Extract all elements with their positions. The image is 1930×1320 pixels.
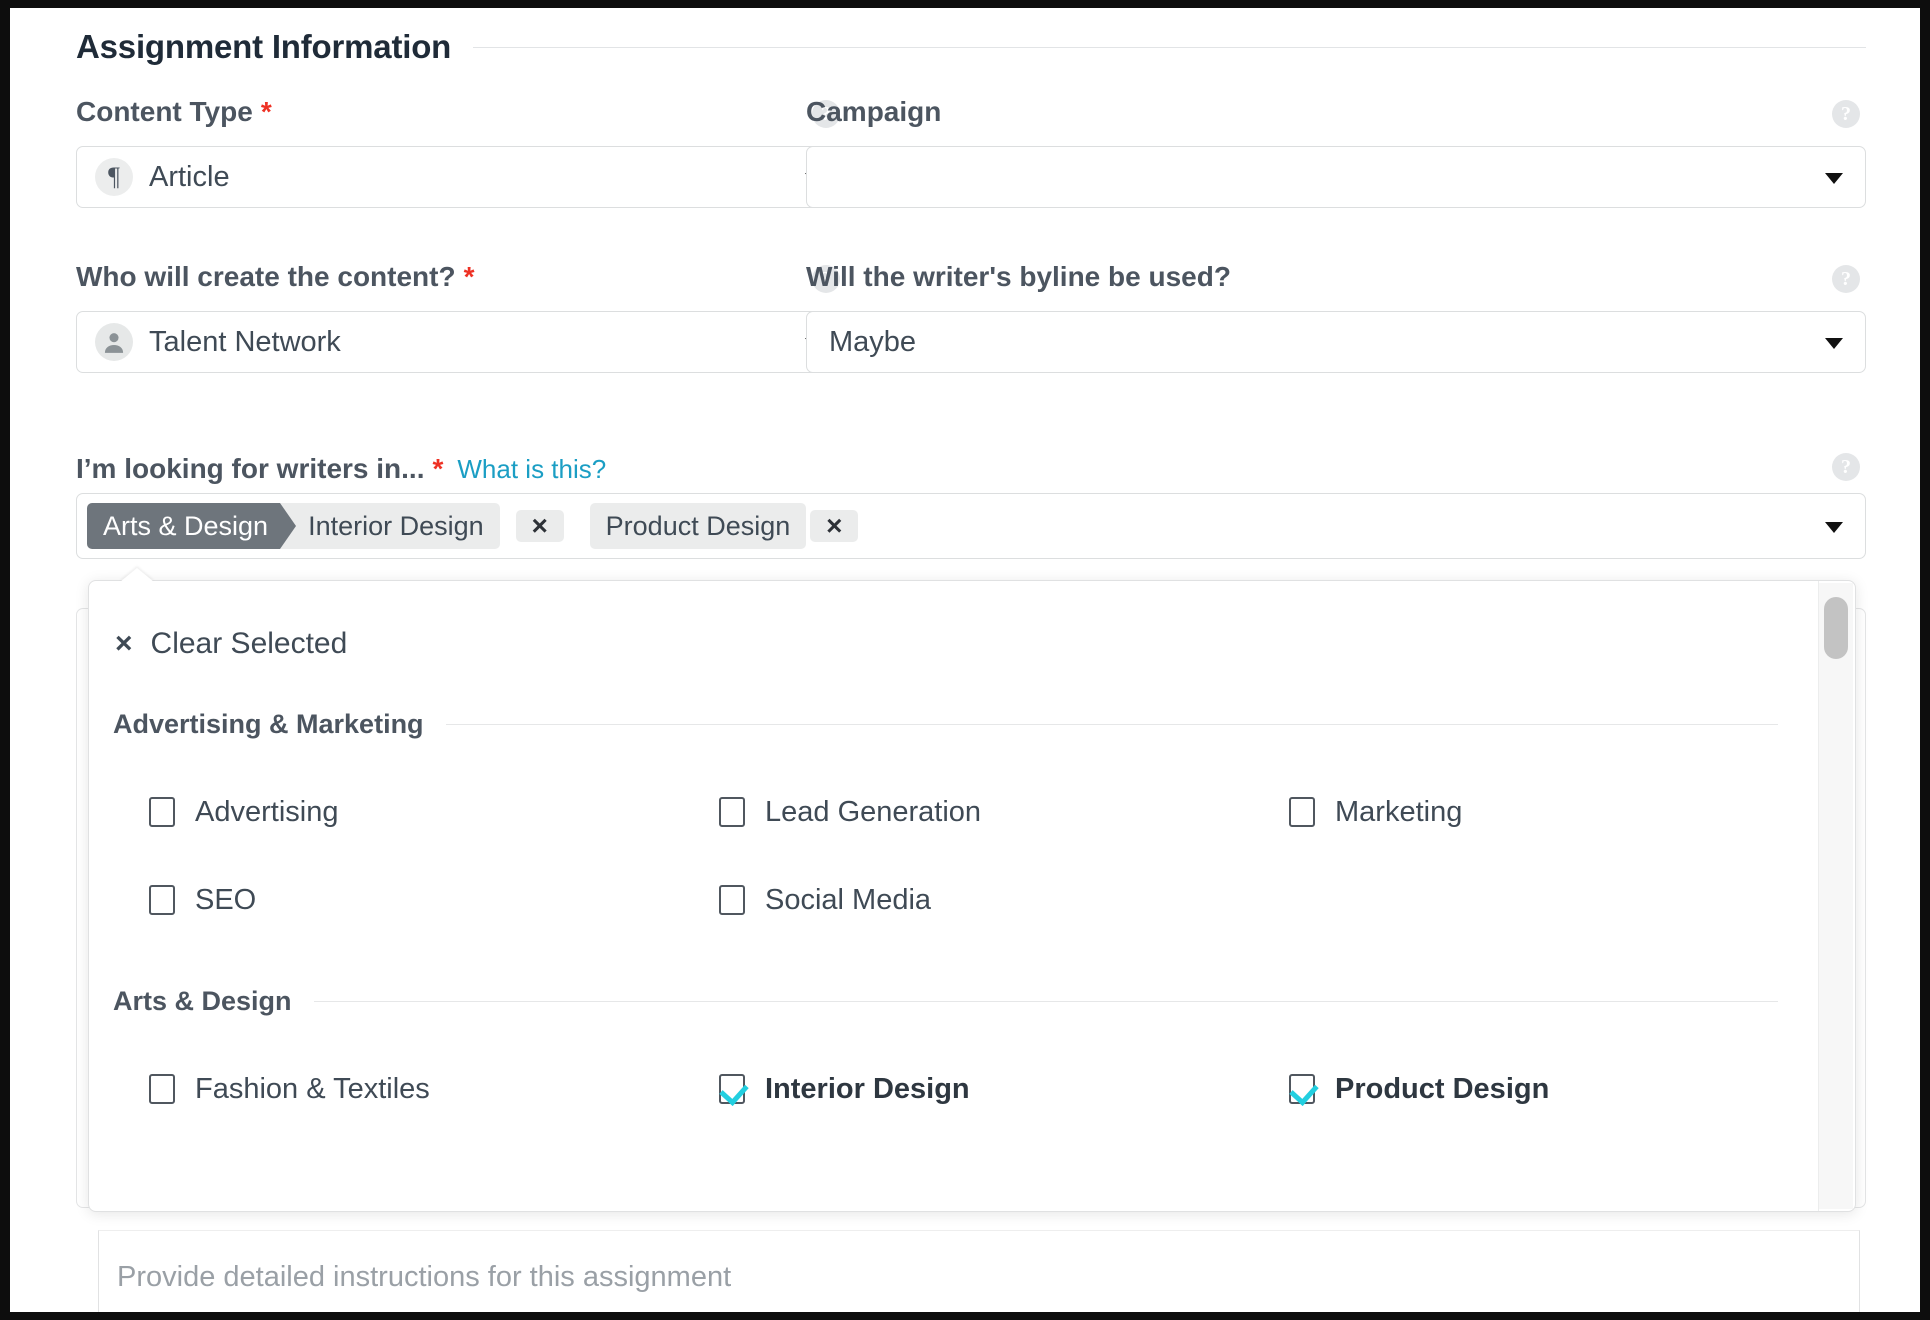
dropdown-inner: × Clear Selected Advertising & Marketing… bbox=[89, 581, 1855, 1211]
option-label: Advertising bbox=[195, 795, 339, 828]
dropdown-scroll-area: × Clear Selected Advertising & Marketing… bbox=[89, 581, 1819, 1211]
writers-in-help-icon[interactable]: ? bbox=[1832, 453, 1860, 481]
option-product-design[interactable]: Product Design bbox=[1289, 1045, 1849, 1133]
section-header: Assignment Information bbox=[76, 28, 1866, 66]
option-group-title: Arts & Design bbox=[113, 986, 292, 1016]
person-icon bbox=[95, 323, 133, 361]
byline-value: Maybe bbox=[829, 325, 917, 358]
byline-help-icon[interactable]: ? bbox=[1832, 265, 1860, 293]
campaign-select[interactable] bbox=[806, 146, 1866, 208]
checkbox-checked-icon[interactable] bbox=[719, 1074, 745, 1104]
content-type-value: Article bbox=[149, 160, 230, 193]
token-group: Arts & Design Interior Design bbox=[87, 503, 500, 549]
checkbox-icon[interactable] bbox=[1289, 797, 1315, 827]
field-campaign: Campaign ? bbox=[806, 96, 1866, 208]
token-remove-button[interactable]: × bbox=[810, 510, 859, 542]
pilcrow-icon: ¶ bbox=[95, 158, 133, 196]
option-label: SEO bbox=[195, 883, 257, 916]
option-label: Interior Design bbox=[765, 1072, 970, 1105]
option-lead-generation[interactable]: Lead Generation bbox=[719, 768, 1289, 856]
option-label: Product Design bbox=[1335, 1072, 1550, 1105]
option-seo[interactable]: SEO bbox=[149, 856, 719, 944]
creator-value: Talent Network bbox=[149, 325, 341, 358]
writers-in-required-mark: * bbox=[432, 453, 444, 484]
content-type-label-row: Content Type * bbox=[76, 96, 846, 128]
checkbox-icon[interactable] bbox=[719, 885, 745, 915]
creator-label: Who will create the content? bbox=[76, 261, 456, 292]
writers-in-label: I’m looking for writers in... bbox=[76, 453, 425, 484]
option-label: Social Media bbox=[765, 883, 932, 916]
checkbox-icon[interactable] bbox=[149, 885, 175, 915]
content-type-select[interactable]: ¶ Article bbox=[76, 146, 846, 208]
creator-required-mark: * bbox=[463, 261, 475, 292]
option-social-media[interactable]: Social Media bbox=[719, 856, 1289, 944]
option-grid: Fashion & Textiles Interior Design Produ… bbox=[149, 1045, 1818, 1133]
writers-in-token-field[interactable]: Arts & Design Interior Design × Product … bbox=[76, 493, 1866, 559]
writers-in-label-row: I’m looking for writers in... * What is … bbox=[76, 453, 1866, 485]
creator-select[interactable]: Talent Network bbox=[76, 311, 846, 373]
chevron-down-icon[interactable] bbox=[1825, 522, 1843, 533]
checkbox-icon[interactable] bbox=[719, 797, 745, 827]
option-grid: Advertising Lead Generation Marketing SE… bbox=[149, 768, 1818, 944]
token-parent-category[interactable]: Arts & Design bbox=[87, 503, 297, 549]
option-group-header: Arts & Design bbox=[113, 986, 1818, 1017]
token-remove-button[interactable]: × bbox=[515, 510, 564, 542]
option-label: Lead Generation bbox=[765, 795, 982, 828]
creator-label-row: Who will create the content? * bbox=[76, 261, 846, 293]
option-fashion-textiles[interactable]: Fashion & Textiles bbox=[149, 1045, 719, 1133]
field-creator: Who will create the content? * ? Talent … bbox=[76, 261, 846, 373]
dropdown-scrollbar-thumb[interactable] bbox=[1824, 597, 1848, 659]
dropdown-pointer-caret bbox=[120, 568, 154, 582]
campaign-label-row: Campaign bbox=[806, 96, 1866, 128]
assignment-form-page: Assignment Information Content Type * ? … bbox=[10, 8, 1920, 1312]
field-writers-in: I’m looking for writers in... * What is … bbox=[76, 453, 1866, 485]
option-marketing[interactable]: Marketing bbox=[1289, 768, 1849, 856]
token-label: Product Design bbox=[589, 503, 807, 549]
writers-in-dropdown-panel: × Clear Selected Advertising & Marketing… bbox=[88, 580, 1856, 1212]
clear-selected-label: Clear Selected bbox=[150, 627, 348, 660]
dropdown-scrollbar[interactable] bbox=[1819, 583, 1853, 1209]
section-divider bbox=[473, 46, 1866, 48]
instructions-textarea[interactable]: Provide detailed instructions for this a… bbox=[98, 1230, 1860, 1312]
clear-selected-button[interactable]: × Clear Selected bbox=[89, 581, 1818, 661]
option-advertising[interactable]: Advertising bbox=[149, 768, 719, 856]
chevron-down-icon bbox=[1825, 338, 1843, 349]
close-icon: × bbox=[115, 627, 133, 660]
option-group-header: Advertising & Marketing bbox=[113, 709, 1818, 740]
byline-select[interactable]: Maybe bbox=[806, 311, 1866, 373]
field-byline: Will the writer's byline be used? ? Mayb… bbox=[806, 261, 1866, 373]
checkbox-icon[interactable] bbox=[149, 797, 175, 827]
option-interior-design[interactable]: Interior Design bbox=[719, 1045, 1289, 1133]
option-empty-slot bbox=[1289, 856, 1849, 944]
group-divider bbox=[445, 724, 1778, 725]
page-title: Assignment Information bbox=[76, 28, 452, 65]
screenshot-frame: Assignment Information Content Type * ? … bbox=[10, 8, 1920, 1312]
option-label: Marketing bbox=[1335, 795, 1463, 828]
content-type-required-mark: * bbox=[260, 96, 272, 127]
instructions-placeholder: Provide detailed instructions for this a… bbox=[117, 1261, 732, 1293]
byline-label: Will the writer's byline be used? bbox=[806, 261, 1231, 292]
checkbox-checked-icon[interactable] bbox=[1289, 1074, 1315, 1104]
campaign-help-icon[interactable]: ? bbox=[1832, 100, 1860, 128]
option-group-title: Advertising & Marketing bbox=[113, 709, 424, 739]
field-content-type: Content Type * ? ¶ Article bbox=[76, 96, 846, 208]
option-label: Fashion & Textiles bbox=[195, 1072, 430, 1105]
content-type-label: Content Type bbox=[76, 96, 253, 127]
byline-label-row: Will the writer's byline be used? bbox=[806, 261, 1866, 293]
checkbox-icon[interactable] bbox=[149, 1074, 175, 1104]
chevron-down-icon bbox=[1825, 173, 1843, 184]
what-is-this-link[interactable]: What is this? bbox=[457, 454, 606, 485]
campaign-label: Campaign bbox=[806, 96, 942, 127]
token-label: Interior Design bbox=[280, 503, 500, 549]
group-divider bbox=[313, 1001, 1778, 1002]
